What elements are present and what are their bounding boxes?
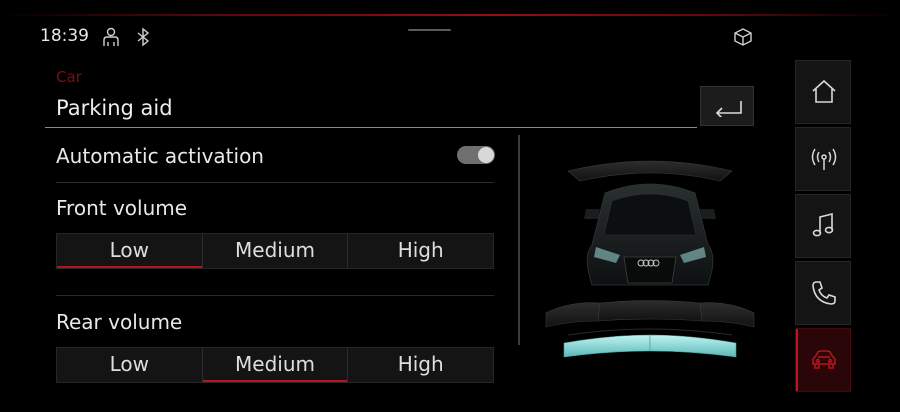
car-windshield xyxy=(603,193,697,236)
radio-antenna-icon xyxy=(811,148,837,170)
status-bar: 18:39 xyxy=(0,24,900,50)
radio-button[interactable] xyxy=(795,127,851,191)
front-sensor-active-right xyxy=(649,334,737,358)
front-sensor-outer-center xyxy=(597,300,703,322)
title-underline xyxy=(45,127,697,128)
media-button[interactable] xyxy=(795,194,851,258)
bluetooth-icon xyxy=(132,26,154,48)
front-volume-option-low[interactable]: Low xyxy=(57,234,203,268)
rear-sensor-segment xyxy=(567,160,733,182)
home-button[interactable] xyxy=(795,60,851,124)
clock-time: 18:39 xyxy=(40,26,89,46)
front-sensor-outer-right xyxy=(699,302,755,328)
breadcrumb[interactable]: Car xyxy=(56,68,82,86)
main-menu-sidebar xyxy=(795,60,851,392)
page-title: Parking aid xyxy=(56,96,173,120)
package-cube-icon[interactable] xyxy=(732,26,754,48)
car-grille xyxy=(623,256,677,284)
rear-volume-selector: Low Medium High xyxy=(56,347,494,383)
front-volume-option-high[interactable]: High xyxy=(348,234,494,268)
drag-handle[interactable] xyxy=(408,29,451,31)
front-sensor-active-left xyxy=(563,334,651,358)
front-sensor-outer-left xyxy=(545,302,601,328)
right-mirror xyxy=(700,209,716,219)
top-accent-line xyxy=(0,14,900,16)
row-divider xyxy=(56,295,494,296)
automatic-activation-label: Automatic activation xyxy=(56,144,264,168)
back-arrow-icon xyxy=(715,101,742,117)
phone-button[interactable] xyxy=(795,261,851,325)
automatic-activation-toggle[interactable] xyxy=(457,146,495,164)
back-button[interactable] xyxy=(700,86,754,126)
toggle-knob xyxy=(478,147,494,163)
front-volume-option-medium[interactable]: Medium xyxy=(202,234,349,268)
parking-sensor-visualization xyxy=(520,135,770,375)
rear-volume-option-high[interactable]: High xyxy=(348,348,494,382)
car-menu-button[interactable] xyxy=(795,328,851,392)
car-front-view-illustration xyxy=(545,160,755,358)
front-volume-selector: Low Medium High xyxy=(56,233,494,269)
left-mirror xyxy=(584,209,600,219)
phone-icon xyxy=(812,281,836,305)
front-volume-label: Front volume xyxy=(56,196,188,220)
row-divider xyxy=(56,182,494,183)
sensor-outline xyxy=(567,328,733,336)
user-profile-icon[interactable] xyxy=(100,26,122,48)
car-icon xyxy=(812,350,836,369)
rear-volume-option-medium[interactable]: Medium xyxy=(202,348,349,382)
rear-volume-label: Rear volume xyxy=(56,310,183,334)
rear-volume-option-low[interactable]: Low xyxy=(57,348,203,382)
home-icon xyxy=(812,79,836,103)
music-note-icon xyxy=(812,212,834,237)
